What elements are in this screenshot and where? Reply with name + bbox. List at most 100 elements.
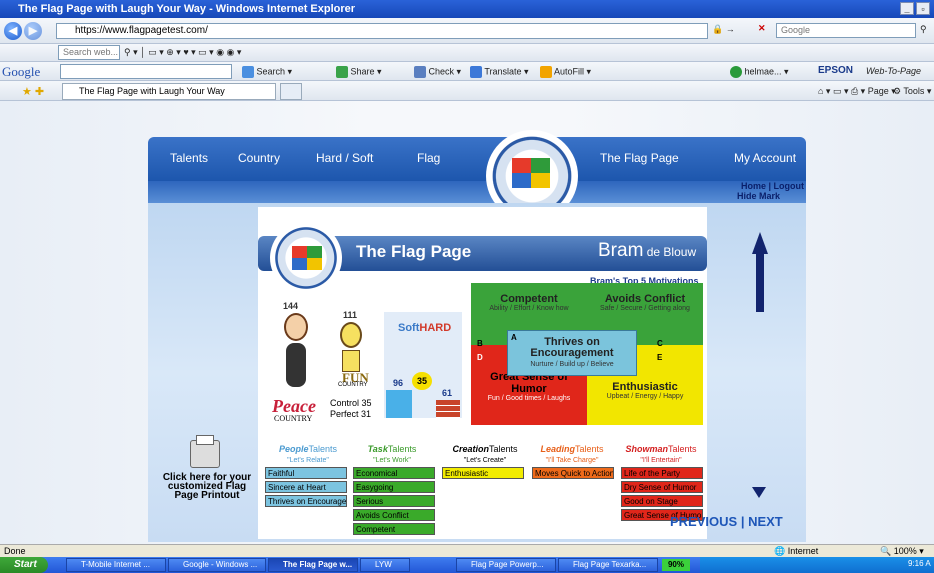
page-menu[interactable]: ⌂ ▾ ▭ ▾ ⎙ ▾ Page ▾	[818, 86, 896, 97]
hide-mark-link[interactable]: Hide Mark	[724, 191, 780, 201]
talent-cell: Competent	[353, 523, 435, 535]
epson-logo: EPSON	[818, 65, 854, 76]
mid-value-badge: 35	[412, 372, 432, 390]
leading-talents-header: LeadingTalents "I'll Take Charge"	[540, 444, 604, 464]
talent-cell: Enthusiastic	[442, 467, 524, 479]
taskbar-item[interactable]: Flag Page Powerp...	[456, 558, 556, 572]
nav-hard-soft[interactable]: Hard / Soft	[316, 151, 373, 165]
peace-score: 144	[283, 301, 299, 311]
google-logo: Google	[2, 64, 41, 79]
page-title: The Flag Page	[356, 242, 472, 261]
google-search-input[interactable]	[60, 64, 232, 79]
taskbar-item[interactable]: Flag Page Texarka...	[558, 558, 658, 572]
back-button[interactable]: ◀	[4, 22, 22, 40]
links-toolbar: Search web... ⚲ ▾ │ ▭ ▾ ⊕ ▾ ♥ ▾ ▭ ▾ ◉ ◉ …	[0, 44, 934, 62]
scroll-up-shaft	[756, 254, 764, 312]
talent-cell: Easygoing	[353, 481, 435, 493]
nav-talents[interactable]: Talents	[170, 151, 208, 165]
talent-cell: Dry Sense of Humor	[621, 481, 703, 493]
forward-button[interactable]: ▶	[24, 22, 42, 40]
label-d: D	[477, 353, 483, 362]
search-icon[interactable]: ⚲	[920, 24, 927, 35]
autofill-button[interactable]: AutoFill ▾	[540, 66, 591, 78]
system-tray	[700, 557, 934, 573]
hard-bar-bricks	[436, 400, 460, 418]
taskbar-item[interactable]: The Flag Page w...	[268, 558, 358, 572]
talent-cell: Good on Stage	[621, 495, 703, 507]
control-value: Control 35	[330, 398, 372, 408]
share-button[interactable]: Share ▾	[336, 66, 382, 78]
zoom-level[interactable]: 🔍 100% ▾	[880, 545, 924, 557]
soft-value: 96	[393, 378, 404, 388]
talent-cell: Economical	[353, 467, 435, 479]
new-tab-button[interactable]	[280, 83, 302, 100]
label-a: A	[511, 333, 517, 342]
task-talents-header: TaskTalents "Let's Work"	[367, 444, 417, 464]
minimize-button[interactable]: _	[900, 2, 914, 15]
fun-country: COUNTRY	[338, 382, 368, 388]
address-bar: ◀ ▶ https://www.flagpagetest.com/ 🔒 → ✕ …	[0, 18, 934, 44]
tab-active[interactable]: The Flag Page with Laugh Your Way	[62, 83, 276, 100]
home-logout-link[interactable]: Home | Logout	[724, 181, 804, 191]
stop-icon[interactable]: ✕	[758, 23, 766, 34]
creation-talents-header: CreationTalents "Let's Create"	[452, 444, 518, 464]
window-title: The Flag Page with Laugh Your Way - Wind…	[18, 3, 356, 15]
tools-menu[interactable]: ⚙ Tools ▾	[893, 86, 931, 97]
nav-flag[interactable]: Flag	[417, 151, 440, 165]
lock-icon: 🔒 →	[712, 24, 735, 34]
url-input[interactable]: https://www.flagpagetest.com/	[56, 23, 708, 39]
web-to-page-button[interactable]: Web-To-Page	[866, 66, 921, 76]
translate-button[interactable]: Translate ▾	[470, 66, 529, 78]
site-sub-nav	[148, 181, 806, 203]
perfect-value: Perfect 31	[330, 409, 372, 419]
softhard-title: SoftHARD	[398, 322, 452, 334]
next-link[interactable]: NEXT	[748, 514, 783, 529]
taskbar-item[interactable]: Google - Windows ...	[168, 558, 266, 572]
favorites-star-icon[interactable]: ★ ✚	[22, 85, 44, 98]
window-title-bar: The Flag Page with Laugh Your Way - Wind…	[0, 0, 934, 18]
taskbar-item[interactable]: T-Mobile Internet ...	[66, 558, 166, 572]
printout-link[interactable]: Click here for your customized Flag Page…	[160, 473, 254, 501]
previous-link[interactable]: PREVIOUS	[670, 514, 737, 529]
tab-row: ★ ✚ The Flag Page with Laugh Your Way ⌂ …	[0, 81, 934, 101]
zone-indicator: 🌐 Internet	[774, 546, 819, 556]
talent-cell: Faithful	[265, 467, 347, 479]
maximize-button[interactable]: ▫	[916, 2, 930, 15]
talent-cell: Sincere at Heart	[265, 481, 347, 493]
motivations-quadrant: Competent Ability / Effort / Know how Avo…	[471, 283, 703, 425]
printer-icon[interactable]	[190, 435, 220, 468]
nav-country[interactable]: Country	[238, 151, 280, 165]
taskbar: Start T-Mobile Internet ... Google - Win…	[0, 557, 934, 573]
label-c: C	[657, 339, 663, 348]
battery-indicator: 90%	[662, 559, 690, 571]
nav-my-account[interactable]: My Account	[734, 151, 796, 165]
fun-character-icon	[330, 322, 372, 372]
toolbar-icons[interactable]: ⚲ ▾ │ ▭ ▾ ⊕ ▾ ♥ ▾ ▭ ▾ ◉ ◉ ▾	[124, 47, 241, 58]
google-search-button[interactable]: Search ▾	[242, 66, 292, 78]
user-menu[interactable]: helmae... ▾	[730, 66, 789, 78]
label-e: E	[657, 353, 663, 362]
scroll-down-arrow-icon[interactable]	[752, 487, 766, 498]
peace-country: COUNTRY	[274, 414, 313, 423]
talent-cell: Life of the Party	[621, 467, 703, 479]
scroll-up-arrow-icon[interactable]	[752, 232, 768, 254]
quadrant-thrives: Thrives on Encouragement Nurture / Build …	[507, 330, 637, 376]
people-talents-header: PeopleTalents "Let's Relate"	[278, 444, 338, 464]
nav-flag-page[interactable]: The Flag Page	[600, 151, 679, 165]
search-web-input[interactable]: Search web...	[58, 45, 120, 60]
search-box[interactable]: Google	[776, 23, 916, 38]
talent-cell: Moves Quick to Action	[532, 467, 614, 479]
google-toolbar: Google Search ▾ Share ▾ Check ▾ Translat…	[0, 62, 934, 81]
fun-score: 111	[343, 310, 358, 320]
flag-icon	[512, 158, 550, 188]
showman-talents-header: ShowmanTalents "I'll Entertain"	[625, 444, 697, 464]
label-b: B	[477, 339, 483, 348]
taskbar-item[interactable]: LYW	[360, 558, 410, 572]
soft-bar	[386, 390, 412, 418]
check-button[interactable]: Check ▾	[414, 66, 461, 78]
start-button[interactable]: Start	[0, 557, 48, 573]
clock: 9:16 A	[908, 559, 931, 568]
talent-cell: Thrives on Encourager	[265, 495, 347, 507]
talent-cell: Serious	[353, 495, 435, 507]
user-name: Bram de Blouw	[598, 240, 697, 261]
